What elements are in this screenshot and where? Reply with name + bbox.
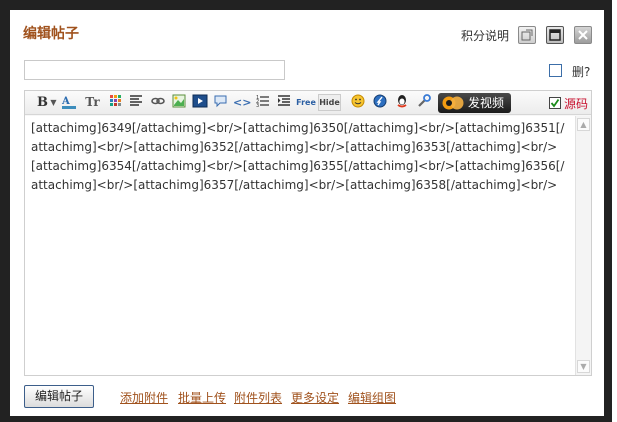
video-button-label: 发视频 <box>468 96 505 110</box>
maximize-icon <box>549 29 561 41</box>
edit-group-images-link[interactable]: 编辑组图 <box>348 389 396 406</box>
page-edge <box>612 0 617 422</box>
video-logo-icon <box>442 96 464 110</box>
svg-text:A: A <box>61 96 70 107</box>
post-content-textarea[interactable]: [attachimg]6349[/attachimg]<br/>[attachi… <box>25 116 575 375</box>
free-button[interactable]: Free <box>295 94 317 111</box>
hide-button[interactable]: Hide <box>318 94 341 111</box>
maximize-button[interactable] <box>546 26 564 44</box>
font-color-icon[interactable]: A <box>61 94 78 111</box>
attachment-list-link[interactable]: 附件列表 <box>234 389 282 406</box>
restore-icon <box>521 29 533 41</box>
close-icon <box>578 30 588 40</box>
wrench-icon[interactable] <box>415 94 432 111</box>
scroll-down-icon[interactable]: ▼ <box>577 360 590 373</box>
image-icon[interactable] <box>170 94 187 111</box>
score-info-link[interactable]: 积分说明 <box>461 27 509 44</box>
edit-post-dialog: 编辑帖子 积分说明 删? B ▼ A Tr <> 1 2 3 Free Hide… <box>10 10 604 416</box>
table-icon[interactable] <box>107 94 124 111</box>
qq-icon[interactable] <box>393 94 410 111</box>
add-attachment-link[interactable]: 添加附件 <box>120 389 168 406</box>
dialog-title: 编辑帖子 <box>23 26 79 42</box>
ordered-list-icon[interactable]: 123 <box>254 94 271 111</box>
source-mode-checkbox[interactable] <box>549 97 561 109</box>
editor-toolbar: B ▼ A Tr <> 1 2 3 Free Hide 发视频 源码 <box>25 91 591 115</box>
source-mode-label: 源码 <box>564 97 589 111</box>
scroll-up-icon[interactable]: ▲ <box>577 118 590 131</box>
post-editor: B ▼ A Tr <> 1 2 3 Free Hide 发视频 源码 [atta… <box>24 90 592 376</box>
quote-icon[interactable] <box>212 94 229 111</box>
more-settings-link[interactable]: 更多设定 <box>291 389 339 406</box>
link-icon[interactable] <box>149 94 166 111</box>
submit-edit-button[interactable]: 编辑帖子 <box>24 385 94 408</box>
close-button[interactable] <box>574 26 592 44</box>
post-video-button[interactable]: 发视频 <box>438 93 511 113</box>
restore-button[interactable] <box>518 26 536 44</box>
list-icon[interactable] <box>275 94 292 111</box>
delete-label: 删? <box>572 65 591 79</box>
checkmark-icon <box>550 98 560 108</box>
align-icon[interactable] <box>127 94 144 111</box>
delete-checkbox[interactable] <box>549 64 562 77</box>
subject-input[interactable] <box>24 60 285 80</box>
code-icon[interactable]: <> <box>233 94 251 111</box>
chevron-down-icon[interactable]: ▼ <box>49 94 58 111</box>
batch-upload-link[interactable]: 批量上传 <box>178 389 226 406</box>
vertical-scrollbar[interactable]: ▲ ▼ <box>575 116 591 375</box>
svg-text:3: 3 <box>256 103 259 108</box>
flash-icon[interactable] <box>371 94 388 111</box>
font-size-button[interactable]: Tr <box>84 94 101 111</box>
media-icon[interactable] <box>191 94 208 111</box>
smiley-icon[interactable] <box>349 94 366 111</box>
